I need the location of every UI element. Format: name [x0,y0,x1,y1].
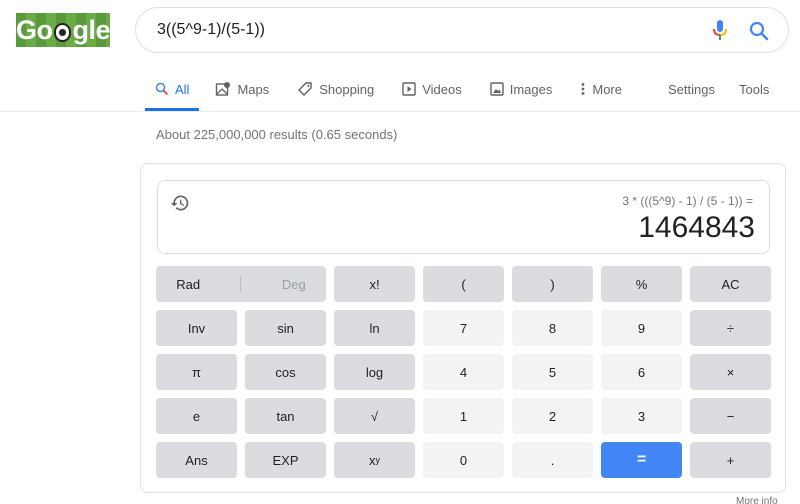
rad-button[interactable]: Rad [176,277,200,292]
tag-icon [298,82,312,96]
logo-text-end: gle [72,14,110,45]
digit-0-key[interactable]: 0 [423,442,504,478]
inverse-key[interactable]: Inv [156,310,237,346]
settings-link[interactable]: Settings [668,82,715,97]
subtract-key[interactable]: − [690,398,771,434]
digit-1-key[interactable]: 1 [423,398,504,434]
exp-key[interactable]: EXP [245,442,326,478]
tab-label: Shopping [319,81,375,97]
search-tools: Settings Tools [668,75,793,103]
digit-4-key[interactable]: 4 [423,354,504,390]
tab-maps[interactable]: Maps [213,75,271,103]
microphone-icon[interactable] [712,20,728,42]
tabs-divider [0,111,800,112]
tab-all[interactable]: All [145,75,200,111]
tab-label: More [592,81,622,97]
history-icon[interactable] [170,193,190,213]
tab-more[interactable]: More [578,75,624,103]
close-paren-key[interactable]: ) [512,266,593,302]
digit-5-key[interactable]: 5 [512,354,593,390]
digit-2-key[interactable]: 2 [512,398,593,434]
tools-link[interactable]: Tools [739,82,769,97]
tab-label: All [175,81,190,97]
digit-7-key[interactable]: 7 [423,310,504,346]
pi-key[interactable]: π [156,354,237,390]
image-icon [490,82,504,96]
play-icon [402,82,416,96]
euler-key[interactable]: e [156,398,237,434]
decimal-key[interactable]: . [512,442,593,478]
calculator-result: 1464843 [638,211,755,244]
search-icon [155,82,169,96]
map-icon [216,82,231,96]
power-key[interactable]: xy [334,442,415,478]
digit-9-key[interactable]: 9 [601,310,682,346]
open-paren-key[interactable]: ( [423,266,504,302]
add-key[interactable]: + [690,442,771,478]
percent-key[interactable]: % [601,266,682,302]
tab-label: Maps [237,81,270,97]
cos-key[interactable]: cos [245,354,326,390]
tab-label: Images [509,81,553,97]
result-stats: About 225,000,000 results (0.65 seconds) [156,127,398,142]
tab-videos[interactable]: Videos [400,75,464,103]
calculator-card: 3 * (((5^9) - 1) / (5 - 1)) = 1464843 Ra… [140,163,786,493]
log-key[interactable]: log [334,354,415,390]
multiply-key[interactable]: × [690,354,771,390]
calculator-expression: 3 * (((5^9) - 1) / (5 - 1)) = [622,194,753,208]
search-box [135,7,789,53]
google-logo[interactable]: Go gle [16,13,110,47]
digit-3-key[interactable]: 3 [601,398,682,434]
power-exponent: y [375,455,381,465]
search-tabs: All Maps Shopping Videos Images More [145,75,648,111]
deg-button[interactable]: Deg [282,277,306,292]
search-icon[interactable] [748,20,770,42]
tab-shopping[interactable]: Shopping [295,75,376,103]
rad-deg-toggle[interactable]: Rad Deg [156,266,326,302]
factorial-key[interactable]: x! [334,266,415,302]
tan-key[interactable]: tan [245,398,326,434]
ln-key[interactable]: ln [334,310,415,346]
more-vert-icon [581,83,585,95]
rad-deg-separator [240,276,242,292]
calculator-display: 3 * (((5^9) - 1) / (5 - 1)) = 1464843 [157,180,770,254]
tab-label: Videos [422,81,462,97]
tab-images[interactable]: Images [488,75,555,103]
calculator-keypad: Rad Deg x! ( ) % AC Inv sin ln 7 8 9 ÷ π… [156,266,771,478]
search-input[interactable] [157,21,677,39]
sqrt-key[interactable]: √ [334,398,415,434]
soccer-ball-icon [53,22,72,42]
divide-key[interactable]: ÷ [690,310,771,346]
answer-key[interactable]: Ans [156,442,237,478]
digit-8-key[interactable]: 8 [512,310,593,346]
sin-key[interactable]: sin [245,310,326,346]
more-info-link[interactable]: More info [736,496,778,504]
logo-text-start: Go [16,14,53,45]
equals-key[interactable]: = [601,442,682,478]
all-clear-key[interactable]: AC [690,266,771,302]
digit-6-key[interactable]: 6 [601,354,682,390]
